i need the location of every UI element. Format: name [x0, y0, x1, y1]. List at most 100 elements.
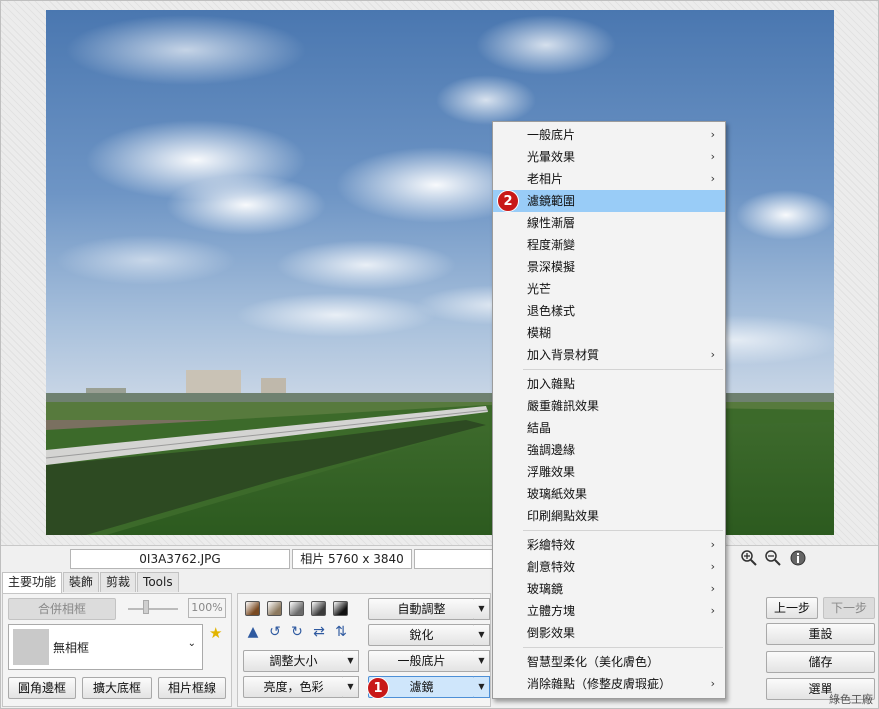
tab-decoration[interactable]: 裝飾 [63, 572, 100, 592]
submenu-arrow-icon: › [710, 538, 715, 551]
sharpen-button[interactable]: 銳化 [368, 624, 475, 646]
merge-frame-button[interactable]: 合併相框 [8, 598, 116, 620]
frame-slider[interactable] [128, 608, 178, 610]
info-icon[interactable] [789, 549, 807, 567]
submenu-arrow-icon: › [710, 677, 715, 690]
menu-item-label: 一般底片 [527, 128, 576, 142]
menu-item[interactable]: 加入雜點 [493, 373, 725, 395]
menu-item[interactable]: 老相片 › [493, 168, 725, 190]
menu-item[interactable]: 嚴重雜訊效果 [493, 395, 725, 417]
menu-item[interactable]: 消除雜點（修整皮膚瑕疵） › [493, 673, 725, 695]
menu-item-label: 彩繪特效 [527, 538, 576, 552]
menu-item-label: 線性漸層 [527, 216, 576, 230]
color-swatch[interactable] [289, 601, 304, 616]
menu-item-label: 景深模擬 [527, 260, 576, 274]
menu-item[interactable]: 立體方塊 › [493, 600, 725, 622]
tab-tools[interactable]: Tools [137, 572, 179, 592]
menu-item[interactable]: 浮雕效果 [493, 461, 725, 483]
menu-item[interactable]: 一般底片 › [493, 124, 725, 146]
submenu-arrow-icon: › [710, 604, 715, 617]
submenu-arrow-icon: › [710, 128, 715, 141]
color-swatch[interactable] [311, 601, 326, 616]
rotate-right-icon[interactable]: ↻ [289, 624, 305, 640]
menu-item[interactable]: 模糊 [493, 322, 725, 344]
zoom-out-icon[interactable] [764, 549, 782, 567]
color-swatch[interactable] [267, 601, 282, 616]
menu-item[interactable]: 光暈效果 › [493, 146, 725, 168]
brightness-dropdown-arrow[interactable]: ▼ [343, 676, 359, 698]
expand-frame-button[interactable]: 擴大底框 [82, 677, 152, 699]
undo-button[interactable]: 上一步 [766, 597, 818, 619]
menu-item[interactable]: 濾鏡範圍 [493, 190, 725, 212]
menu-item-label: 玻璃鏡 [527, 582, 564, 596]
menu-item-label: 印刷網點效果 [527, 509, 600, 523]
brightness-color-button[interactable]: 亮度，色彩 [243, 676, 344, 698]
zoom-in-icon[interactable] [740, 549, 758, 567]
watermark: 綠色工廠 [829, 693, 873, 706]
menu-separator [523, 647, 723, 648]
menu-item[interactable]: 程度漸變 [493, 234, 725, 256]
menu-item-label: 光暈效果 [527, 150, 576, 164]
menu-item-label: 創意特效 [527, 560, 576, 574]
tab-main[interactable]: 主要功能 [2, 572, 63, 594]
rounded-border-button[interactable]: 圓角邊框 [8, 677, 76, 699]
submenu-arrow-icon: › [710, 150, 715, 163]
menu-item-label: 立體方塊 [527, 604, 576, 618]
tab-crop[interactable]: 剪裁 [100, 572, 137, 592]
flip-horizontal-icon[interactable]: ⇄ [311, 624, 327, 640]
menu-item[interactable]: 退色樣式 [493, 300, 725, 322]
menu-item[interactable]: 彩繪特效 › [493, 534, 725, 556]
menu-item[interactable]: 光芒 [493, 278, 725, 300]
flip-vertical-icon[interactable]: ⇅ [333, 624, 349, 640]
rotate-left-icon[interactable]: ↺ [267, 624, 283, 640]
zoom-value-field[interactable]: 100% [188, 598, 226, 618]
scan-icon[interactable]: ▲ [245, 624, 261, 640]
menu-separator [523, 530, 723, 531]
auto-adjust-button[interactable]: 自動調整 [368, 598, 475, 620]
frame-select-value: 無相框 [53, 641, 90, 655]
photo-frame-line-button[interactable]: 相片框線 [158, 677, 226, 699]
resize-button[interactable]: 調整大小 [243, 650, 344, 672]
menu-item-label: 濾鏡範圍 [527, 194, 576, 208]
step-badge-1: 1 [367, 677, 389, 699]
redo-button[interactable]: 下一步 [823, 597, 875, 619]
submenu-arrow-icon: › [710, 560, 715, 573]
menu-item-label: 消除雜點（修整皮膚瑕疵） [527, 677, 672, 691]
menu-item-label: 結晶 [527, 421, 552, 435]
save-button[interactable]: 儲存 [766, 651, 875, 673]
menu-item[interactable]: 結晶 [493, 417, 725, 439]
resize-dropdown-arrow[interactable]: ▼ [343, 650, 359, 672]
submenu-arrow-icon: › [710, 582, 715, 595]
dimensions-field: 相片 5760 x 3840 [292, 549, 412, 569]
sharpen-dropdown-arrow[interactable]: ▼ [474, 624, 490, 646]
menu-item[interactable]: 倒影效果 [493, 622, 725, 644]
menu-item[interactable]: 玻璃鏡 › [493, 578, 725, 600]
filter-dropdown-arrow[interactable]: ▼ [474, 676, 490, 698]
film-dropdown-arrow[interactable]: ▼ [474, 650, 490, 672]
menu-item[interactable]: 玻璃紙效果 [493, 483, 725, 505]
color-swatch[interactable] [245, 601, 260, 616]
color-swatch[interactable] [333, 601, 348, 616]
control-panel: 0I3A3762.JPG 相片 5760 x 3840 主要功能 裝飾 剪裁 T… [0, 545, 879, 709]
filter-context-menu: 一般底片 › 光暈效果 › 老相片 › 濾鏡範圍 線性漸層 程度漸變 景深模擬 光芒 退色樣式 模糊 加入… [492, 121, 726, 699]
menu-item[interactable]: 印刷網點效果 [493, 505, 725, 527]
chevron-down-icon: ⌄ [187, 638, 196, 649]
star-icon[interactable]: ★ [209, 624, 222, 642]
frame-select[interactable]: 無相框 ⌄ [8, 624, 203, 670]
menu-item-label: 浮雕效果 [527, 465, 576, 479]
menu-item[interactable]: 加入背景材質 › [493, 344, 725, 366]
menu-item-label: 退色樣式 [527, 304, 576, 318]
menu-item[interactable]: 智慧型柔化（美化膚色） [493, 651, 725, 673]
menu-item[interactable]: 強調邊緣 [493, 439, 725, 461]
menu-item[interactable]: 線性漸層 [493, 212, 725, 234]
reset-button[interactable]: 重設 [766, 623, 875, 645]
menu-item[interactable]: 景深模擬 [493, 256, 725, 278]
film-button[interactable]: 一般底片 [368, 650, 475, 672]
menu-item-label: 加入背景材質 [527, 348, 600, 362]
frame-slider-thumb[interactable] [143, 600, 149, 614]
menu-item[interactable]: 創意特效 › [493, 556, 725, 578]
auto-adjust-dropdown-arrow[interactable]: ▼ [474, 598, 490, 620]
menu-item-label: 嚴重雜訊效果 [527, 399, 600, 413]
submenu-arrow-icon: › [710, 172, 715, 185]
menu-separator [523, 369, 723, 370]
